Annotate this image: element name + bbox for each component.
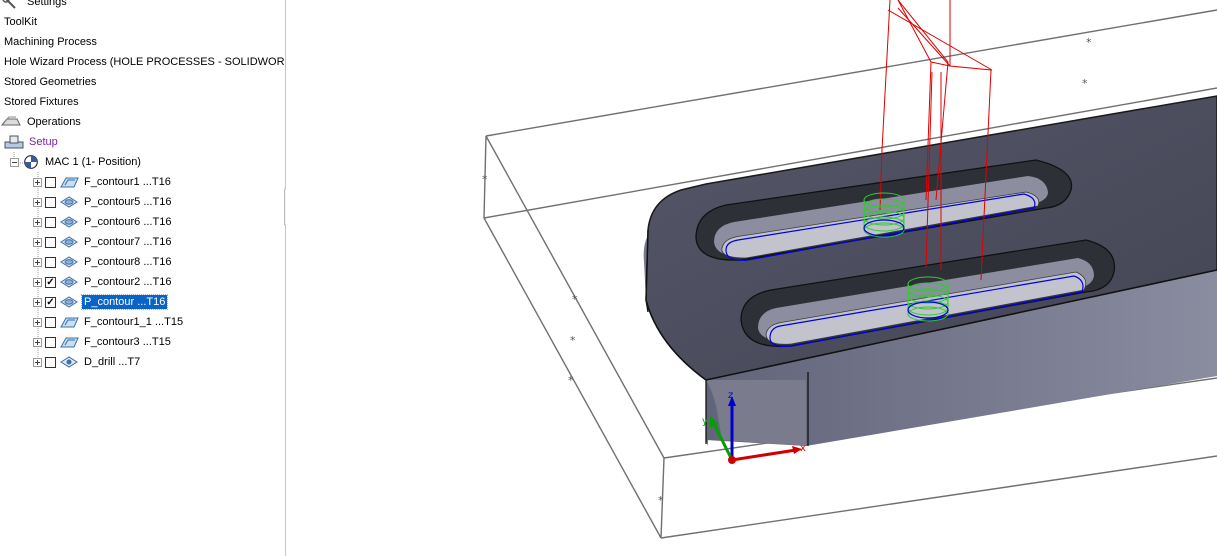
svg-text:*: *	[1082, 77, 1088, 90]
settings-icon	[2, 0, 16, 9]
operation-row[interactable]: F_contour3 ...T15	[33, 332, 173, 352]
profile-contour-icon	[60, 276, 78, 288]
expand-toggle-icon[interactable]	[33, 237, 42, 247]
operation-checkbox[interactable]	[45, 216, 56, 228]
face-contour-icon	[60, 337, 79, 348]
collapse-toggle-icon[interactable]	[10, 157, 19, 167]
profile-contour-icon	[60, 236, 78, 248]
tree-item-setup[interactable]: Setup	[4, 132, 60, 152]
tree-item-label: Stored Fixtures	[4, 96, 79, 108]
operation-label: P_contour8 ...T16	[84, 256, 172, 268]
operation-row[interactable]: P_contour7 ...T16	[33, 232, 173, 252]
face-contour-icon	[60, 177, 79, 188]
setup-icon	[4, 135, 24, 149]
tree-item-toolkit[interactable]: ToolKit	[2, 12, 39, 32]
operation-row[interactable]: P_contour6 ...T16	[33, 212, 173, 232]
operation-label: D_drill ...T7	[84, 356, 141, 368]
operations-icon	[0, 116, 21, 126]
expand-toggle-icon[interactable]	[33, 257, 42, 267]
profile-contour-icon	[60, 196, 78, 208]
tree-item-stored-fixtures[interactable]: Stored Fixtures	[2, 92, 81, 112]
expand-toggle-icon[interactable]	[33, 177, 42, 187]
svg-text:*: *	[482, 173, 488, 186]
expand-toggle-icon[interactable]	[33, 277, 42, 287]
operation-row-selected[interactable]: ✓ P_contour ...T16	[33, 292, 169, 312]
camworks-window: Settings ToolKit Machining Process Hole …	[0, 0, 1217, 556]
svg-text:*: *	[1086, 36, 1092, 49]
feature-tree-panel: Settings ToolKit Machining Process Hole …	[0, 0, 286, 556]
triad-z-label: z	[728, 390, 733, 401]
tree-item-label: ToolKit	[4, 16, 38, 28]
operation-label: P_contour6 ...T16	[84, 216, 172, 228]
svg-text:*: *	[572, 293, 578, 306]
profile-contour-icon	[60, 256, 78, 268]
profile-contour-icon	[60, 216, 78, 228]
triad-x-label: x	[800, 443, 806, 454]
operation-row[interactable]: P_contour5 ...T16	[33, 192, 173, 212]
face-contour-icon	[60, 317, 79, 328]
expand-toggle-icon[interactable]	[33, 357, 42, 367]
tree-item-machine[interactable]: MAC 1 (1- Position)	[10, 152, 143, 172]
tree-item-label: Settings	[27, 0, 67, 8]
tree-item-operations[interactable]: Operations	[0, 112, 83, 132]
operation-label: P_contour2 ...T16	[84, 276, 172, 288]
profile-contour-icon	[60, 296, 78, 308]
operation-row[interactable]: F_contour1_1 ...T15	[33, 312, 185, 332]
triad-y-label: y	[702, 416, 708, 427]
operation-checkbox[interactable]	[45, 356, 56, 368]
drill-icon	[60, 356, 78, 368]
graphics-viewport[interactable]: * * * * * * * * * * *	[286, 0, 1217, 556]
expand-toggle-icon[interactable]	[33, 297, 42, 307]
operation-label: P_contour5 ...T16	[84, 196, 172, 208]
tree-item-stored-geometries[interactable]: Stored Geometries	[2, 72, 98, 92]
tree-item-label: MAC 1 (1- Position)	[45, 156, 141, 168]
operation-row[interactable]: ✓ P_contour2 ...T16	[33, 272, 173, 292]
expand-toggle-icon[interactable]	[33, 337, 42, 347]
svg-text:*: *	[658, 494, 664, 507]
machine-coordinate-icon	[24, 155, 38, 169]
operation-checkbox[interactable]	[45, 236, 56, 248]
tree-item-label: Stored Geometries	[4, 76, 97, 88]
part-model-view[interactable]: * * * * * * * * * * *	[286, 0, 1217, 556]
svg-text:*: *	[568, 374, 574, 387]
tree-item-hole-wizard-process[interactable]: Hole Wizard Process (HOLE PROCESSES - SO…	[2, 52, 286, 72]
operation-row[interactable]: P_contour8 ...T16	[33, 252, 173, 272]
expand-toggle-icon[interactable]	[33, 317, 42, 327]
operation-checkbox[interactable]	[45, 256, 56, 268]
expand-toggle-icon[interactable]	[33, 217, 42, 227]
operation-checkbox[interactable]	[45, 316, 56, 328]
operation-checkbox[interactable]	[45, 196, 56, 208]
operation-checkbox-checked[interactable]: ✓	[45, 296, 56, 308]
operation-checkbox[interactable]	[45, 336, 56, 348]
svg-text:*: *	[570, 334, 576, 347]
expand-toggle-icon[interactable]	[33, 197, 42, 207]
operation-row[interactable]: F_contour1 ...T16	[33, 172, 173, 192]
operation-label: F_contour1_1 ...T15	[84, 316, 184, 328]
operation-label: F_contour3 ...T15	[84, 336, 171, 348]
operation-label: P_contour7 ...T16	[84, 236, 172, 248]
operation-checkbox-checked[interactable]: ✓	[45, 276, 56, 288]
tree-item-machining-process[interactable]: Machining Process	[2, 32, 99, 52]
tree-item-settings[interactable]: Settings	[2, 0, 69, 12]
tree-item-label: Hole Wizard Process (HOLE PROCESSES - SO…	[4, 56, 286, 68]
tree-item-label: Setup	[29, 136, 58, 148]
tree-item-label: Operations	[27, 116, 81, 128]
operation-label: F_contour1 ...T16	[84, 176, 171, 188]
operation-checkbox[interactable]	[45, 176, 56, 188]
operation-row[interactable]: D_drill ...T7	[33, 352, 142, 372]
operation-label: P_contour ...T16	[80, 294, 169, 310]
tree-item-label: Machining Process	[4, 36, 97, 48]
